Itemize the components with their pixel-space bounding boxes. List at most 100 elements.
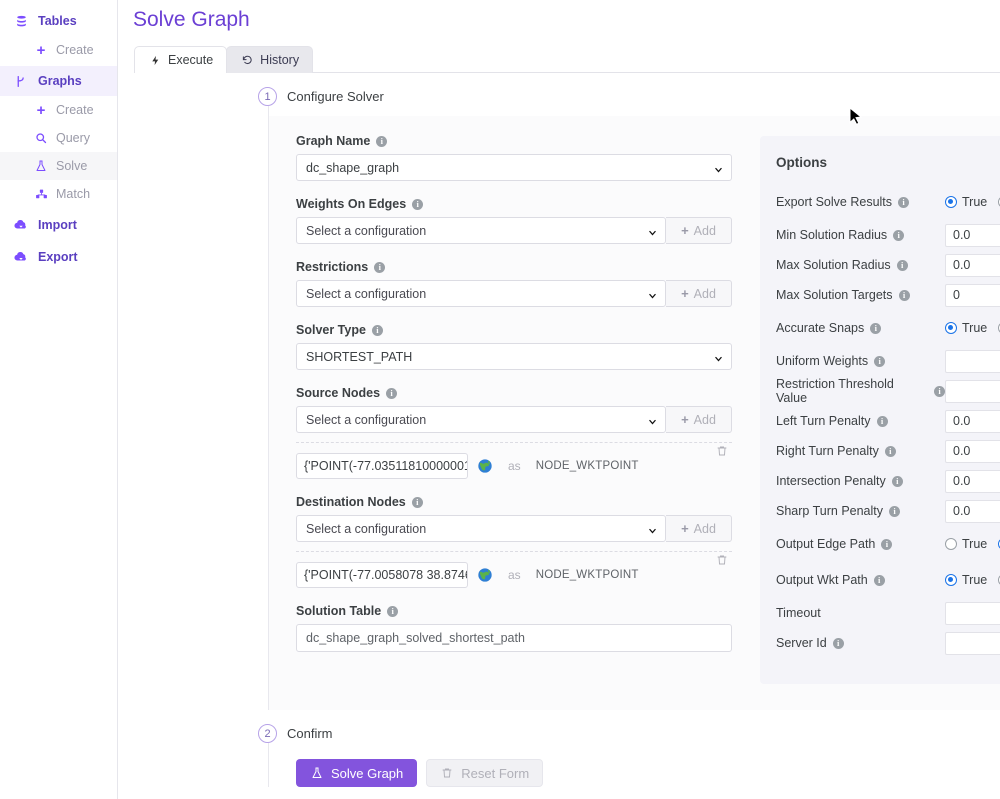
sidebar-item-graphs-query[interactable]: Query <box>0 124 117 152</box>
sidebar-item-label: Export <box>38 250 78 264</box>
info-icon[interactable]: i <box>874 575 885 586</box>
sidebar-item-graphs-solve[interactable]: Solve <box>0 152 117 180</box>
info-icon[interactable]: i <box>870 323 881 334</box>
sidebar-item-graphs-match[interactable]: Match <box>0 180 117 208</box>
delete-icon[interactable] <box>716 554 728 569</box>
radio-option-true[interactable]: True <box>945 195 987 209</box>
info-icon[interactable]: i <box>934 386 945 397</box>
destination-nodes-select[interactable]: Select a configuration <box>296 515 666 542</box>
sidebar-item-import[interactable]: Import <box>0 210 117 240</box>
radio-option-true[interactable]: True <box>945 573 987 587</box>
info-icon[interactable]: i <box>881 539 892 550</box>
input-value: 0 <box>953 288 960 302</box>
field-label: Solver Type i <box>296 323 732 337</box>
globe-icon[interactable] <box>477 567 493 583</box>
info-icon[interactable]: i <box>386 388 397 399</box>
option-label: Accurate Snapsi <box>776 321 945 335</box>
tab-execute[interactable]: Execute <box>134 46 227 73</box>
solve-graph-button[interactable]: Solve Graph <box>296 759 417 787</box>
info-icon[interactable]: i <box>897 260 908 271</box>
info-icon[interactable]: i <box>885 446 896 457</box>
info-icon[interactable]: i <box>374 262 385 273</box>
add-label: Add <box>694 413 716 427</box>
reset-form-button[interactable]: Reset Form <box>426 759 543 787</box>
reset-form-label: Reset Form <box>461 766 529 781</box>
selected-value: Select a configuration <box>306 224 426 238</box>
info-icon[interactable]: i <box>412 199 423 210</box>
option-input[interactable] <box>945 632 1000 655</box>
radio-group: TrueFalse <box>945 321 1000 335</box>
option-input[interactable] <box>945 350 1000 373</box>
weights-on-edges-add-button[interactable]: + Add <box>666 217 732 244</box>
info-icon[interactable]: i <box>877 416 888 427</box>
label-text: Destination Nodes <box>296 495 406 509</box>
source-nodes-select[interactable]: Select a configuration <box>296 406 666 433</box>
radio-label: True <box>962 195 987 209</box>
info-icon[interactable]: i <box>833 638 844 649</box>
label-text: Solution Table <box>296 604 381 618</box>
info-icon[interactable]: i <box>376 136 387 147</box>
source-node-input[interactable]: {'POINT(-77.03511810000001 <box>296 453 468 479</box>
label-text: Timeout <box>776 606 821 620</box>
info-icon[interactable]: i <box>893 230 904 241</box>
delete-icon[interactable] <box>716 445 728 460</box>
info-icon[interactable]: i <box>899 290 910 301</box>
label-text: Min Solution Radius <box>776 228 887 242</box>
chevron-down-icon <box>648 226 657 235</box>
radio-option-true[interactable]: True <box>945 321 987 335</box>
solver-type-select[interactable]: SHORTEST_PATH <box>296 343 732 370</box>
option-input[interactable]: 0.0 <box>945 224 1000 247</box>
option-input[interactable]: 0.0 <box>945 410 1000 433</box>
weights-on-edges-row: Select a configuration + Add <box>296 217 732 244</box>
field-solver-type: Solver Type i SHORTEST_PATH <box>296 323 732 370</box>
tab-label: Execute <box>168 53 213 67</box>
radio-group: TrueFalse <box>945 573 1000 587</box>
option-input[interactable] <box>945 380 1000 403</box>
globe-icon[interactable] <box>477 458 493 474</box>
info-icon[interactable]: i <box>874 356 885 367</box>
option-label: Sharp Turn Penaltyi <box>776 504 945 518</box>
destination-nodes-add-button[interactable]: + Add <box>666 515 732 542</box>
info-icon[interactable]: i <box>372 325 383 336</box>
option-input[interactable]: 0.0 <box>945 254 1000 277</box>
info-icon[interactable]: i <box>898 197 909 208</box>
info-icon[interactable]: i <box>412 497 423 508</box>
input-value: 0.0 <box>953 414 970 428</box>
tab-bar: Execute History <box>134 45 1000 73</box>
option-input[interactable]: 0 <box>945 284 1000 307</box>
tab-label: History <box>260 53 299 67</box>
weights-on-edges-select[interactable]: Select a configuration <box>296 217 666 244</box>
cloud-download-icon <box>14 250 28 264</box>
input-value: 0.0 <box>953 444 970 458</box>
radio-option-true[interactable]: True <box>945 537 987 551</box>
sidebar-subitem-label: Match <box>56 187 90 201</box>
info-icon[interactable]: i <box>889 506 900 517</box>
graph-name-select[interactable]: dc_shape_graph <box>296 154 732 181</box>
option-input[interactable]: 0.0 <box>945 470 1000 493</box>
option-row: Output Edge PathiTrueFalse <box>776 526 1000 562</box>
destination-node-input[interactable]: {'POINT(-77.0058078 38.8746 <box>296 562 468 588</box>
info-icon[interactable]: i <box>387 606 398 617</box>
as-label: as <box>508 568 521 582</box>
source-nodes-add-button[interactable]: + Add <box>666 406 732 433</box>
sidebar-item-tables[interactable]: Tables <box>0 6 117 36</box>
option-control: 0.0 <box>945 500 1000 523</box>
lightning-icon <box>148 53 162 67</box>
solver-form: Graph Name i dc_shape_graph <box>269 116 1000 710</box>
label-text: Restrictions <box>296 260 368 274</box>
tab-history[interactable]: History <box>226 46 313 73</box>
options-rows: Export Solve ResultsiTrueFalseMin Soluti… <box>776 184 1000 658</box>
restrictions-select[interactable]: Select a configuration <box>296 280 666 307</box>
field-label: Graph Name i <box>296 134 732 148</box>
sidebar-item-export[interactable]: Export <box>0 242 117 272</box>
sidebar-item-tables-create[interactable]: + Create <box>0 36 117 64</box>
option-input[interactable]: 0.0 <box>945 440 1000 463</box>
info-icon[interactable]: i <box>892 476 903 487</box>
option-label: Intersection Penaltyi <box>776 474 945 488</box>
option-input[interactable] <box>945 602 1000 625</box>
restrictions-add-button[interactable]: + Add <box>666 280 732 307</box>
option-input[interactable]: 0.0 <box>945 500 1000 523</box>
solution-table-input[interactable]: dc_shape_graph_solved_shortest_path <box>296 624 732 652</box>
sidebar-item-graphs-create[interactable]: + Create <box>0 96 117 124</box>
sidebar-item-graphs[interactable]: Graphs <box>0 66 117 96</box>
